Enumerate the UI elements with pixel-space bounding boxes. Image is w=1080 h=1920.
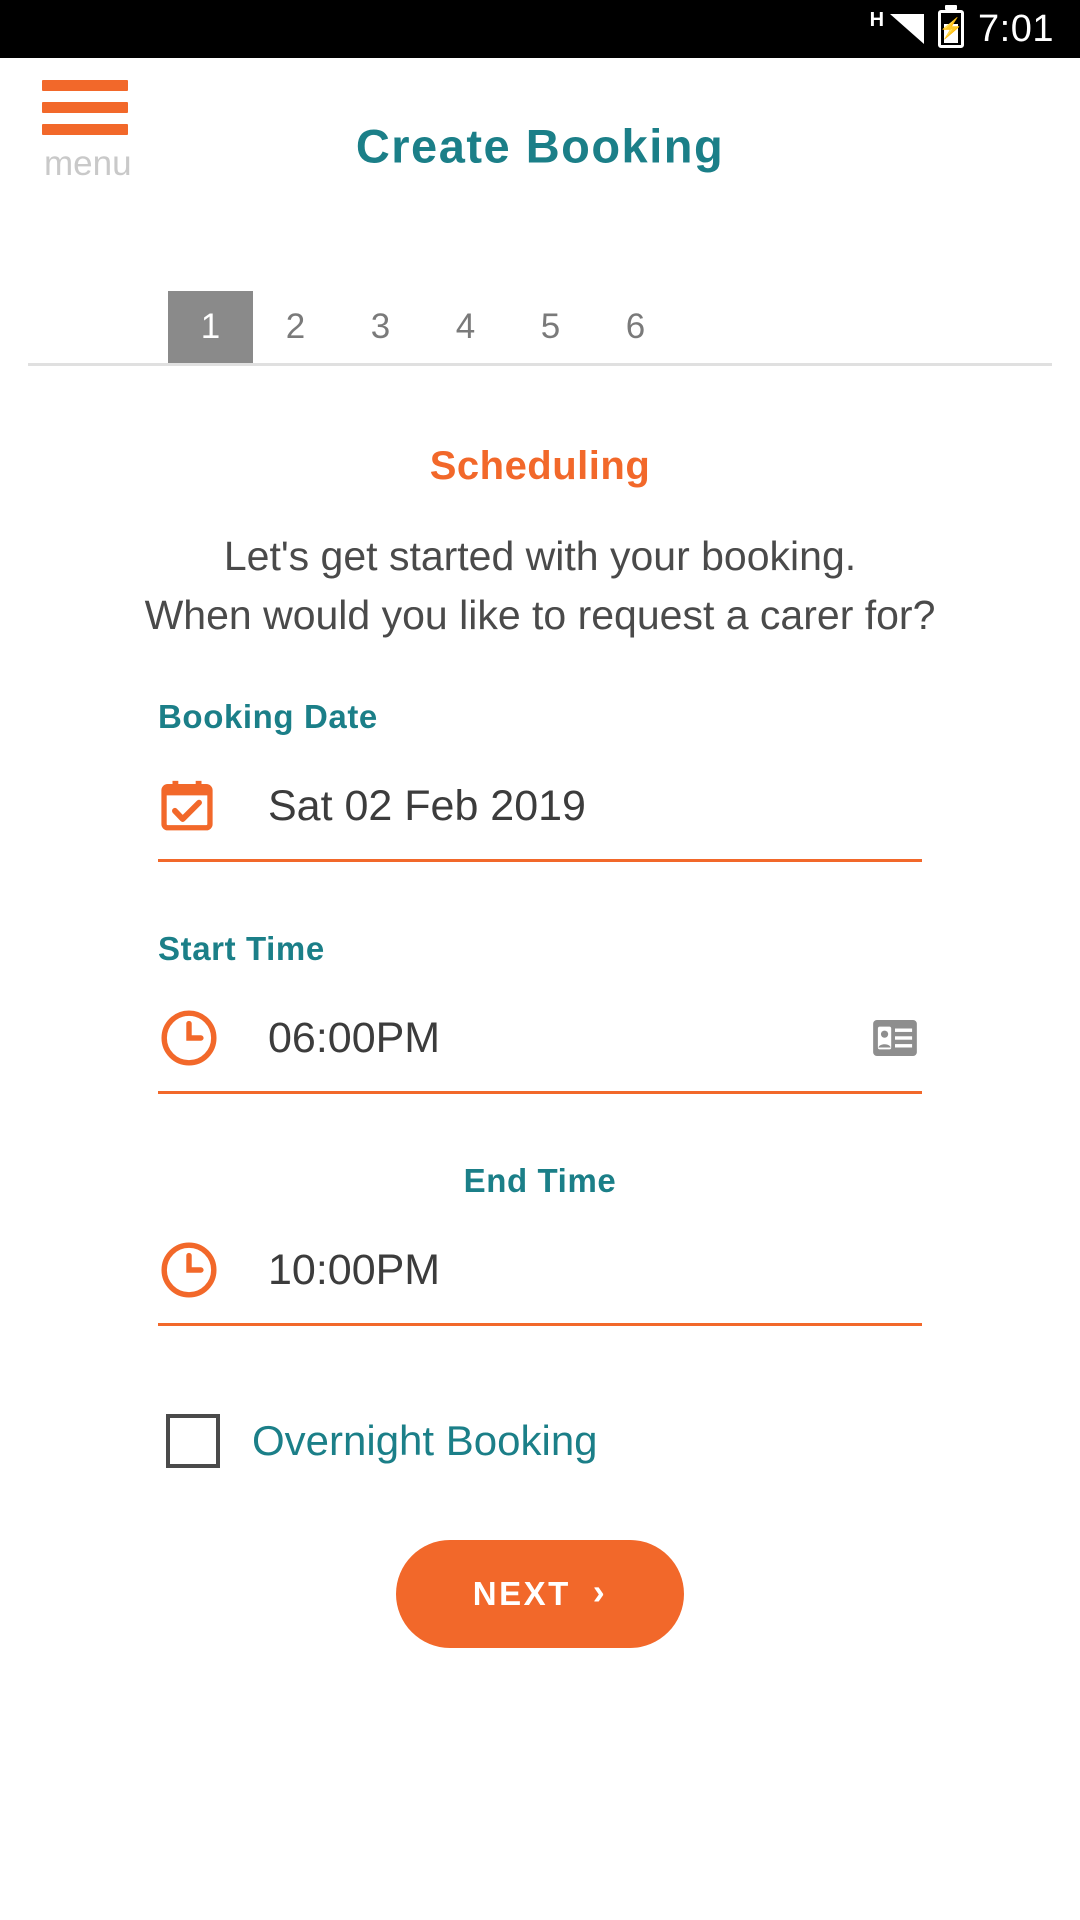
next-button-label: NEXT — [472, 1574, 571, 1612]
stepper-tab-4[interactable]: 4 — [423, 291, 508, 363]
signal-bars-icon — [890, 14, 924, 44]
chevron-right-icon: › — [592, 1570, 608, 1612]
hamburger-menu-icon-line-1 — [42, 80, 128, 91]
start-time-label: Start Time — [158, 929, 325, 967]
stepper-tab-5[interactable]: 5 — [508, 291, 593, 363]
stepper: 1 2 3 4 5 6 — [0, 291, 1080, 366]
next-button-container: NEXT › — [0, 1539, 1080, 1648]
booking-date-field: Booking Date Sat 02 Feb 2019 — [0, 698, 1080, 862]
overnight-booking-row[interactable]: Overnight Booking — [0, 1413, 1080, 1468]
booking-date-value: Sat 02 Feb 2019 — [268, 781, 586, 830]
stepper-tab-6[interactable]: 6 — [593, 291, 678, 363]
booking-date-input[interactable]: Sat 02 Feb 2019 — [158, 754, 922, 862]
booking-date-label: Booking Date — [158, 697, 378, 735]
section-title: Scheduling — [429, 444, 651, 488]
start-time-input[interactable]: 06:00PM — [158, 986, 922, 1094]
end-time-input[interactable]: 10:00PM — [158, 1218, 922, 1326]
end-time-field: End Time 10:00PM — [0, 1162, 1080, 1326]
stepper-tab-2[interactable]: 2 — [253, 291, 338, 363]
clock-icon — [158, 1007, 246, 1069]
overnight-booking-checkbox[interactable] — [166, 1413, 220, 1468]
intro-line-1: Let's get started with your booking. — [223, 533, 857, 579]
intro-line-2: When would you like to request a carer f… — [144, 592, 936, 639]
app-bar: menu Create Booking — [0, 58, 1080, 206]
page-title: Create Booking — [355, 119, 725, 173]
stepper-tab-1[interactable]: 1 — [168, 291, 253, 363]
intro-text: Let's get started with your booking. Whe… — [0, 527, 1080, 646]
end-time-label: End Time — [463, 1161, 617, 1199]
clock-icon — [158, 1239, 246, 1301]
status-bar: H ⚡ 7:01 — [0, 0, 1080, 58]
next-button[interactable]: NEXT › — [396, 1539, 684, 1648]
start-time-value: 06:00PM — [268, 1013, 441, 1062]
bolt-glyph: ⚡ — [938, 18, 964, 40]
contact-card-icon[interactable] — [872, 1019, 918, 1057]
stepper-tab-3[interactable]: 3 — [338, 291, 423, 363]
hamburger-menu-icon-line-2 — [42, 102, 128, 113]
calendar-check-icon — [158, 777, 246, 835]
overnight-booking-label: Overnight Booking — [252, 1416, 598, 1464]
status-bar-clock: 7:01 — [978, 8, 1054, 50]
stepper-tabs: 1 2 3 4 5 6 — [28, 291, 1052, 366]
network-type-label: H — [869, 9, 885, 31]
battery-charging-icon: ⚡ — [938, 10, 965, 48]
end-time-value: 10:00PM — [268, 1245, 441, 1294]
start-time-field: Start Time 06:00PM — [0, 930, 1080, 1094]
